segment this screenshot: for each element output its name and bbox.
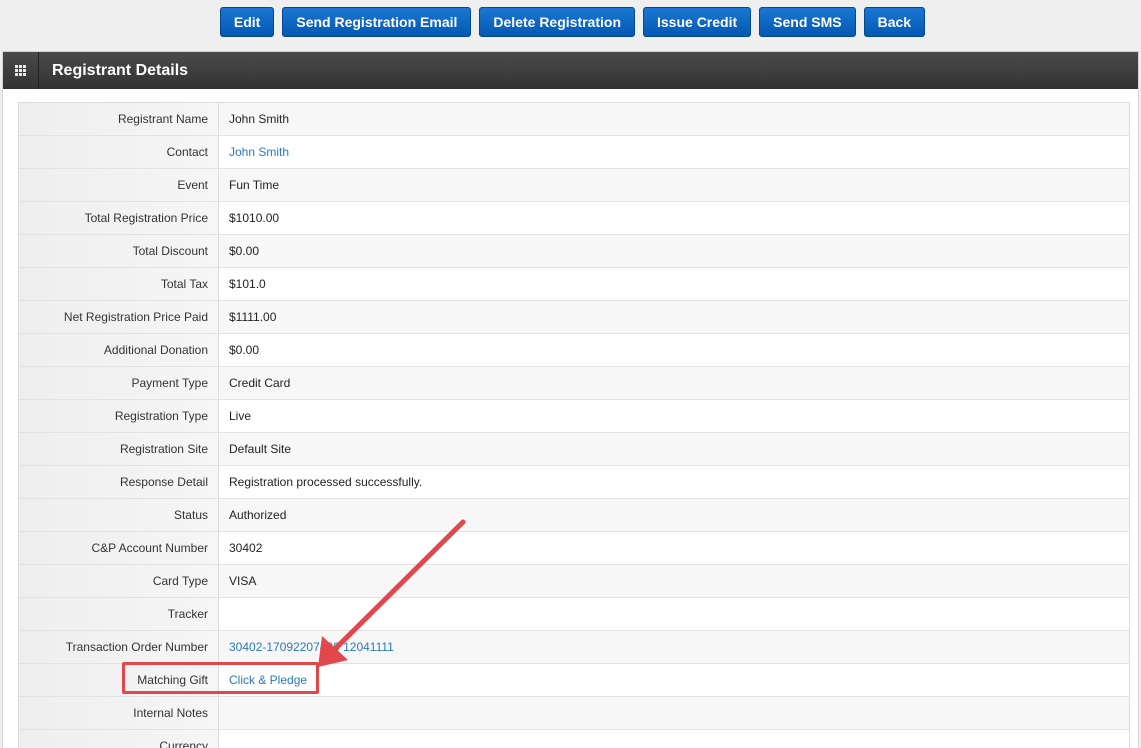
detail-row: Event Fun Time [19, 169, 1129, 202]
detail-value: $0.00 [219, 334, 1129, 366]
panel-header: Registrant Details [3, 52, 1138, 89]
grid-icon[interactable] [3, 52, 39, 89]
detail-label: Internal Notes [19, 697, 219, 729]
detail-label: Contact [19, 136, 219, 168]
detail-value: Default Site [219, 433, 1129, 465]
detail-value: Credit Card [219, 367, 1129, 399]
detail-row: Tracker [19, 598, 1129, 631]
detail-label: Registrant Name [19, 103, 219, 135]
detail-label: Response Detail [19, 466, 219, 498]
detail-value-cell: Click & Pledge [219, 664, 1129, 696]
detail-row: Status Authorized [19, 499, 1129, 532]
detail-row: Transaction Order Number 30402-1709220748… [19, 631, 1129, 664]
details-table: Registrant Name John Smith Contact John Smi… [18, 102, 1130, 748]
detail-label: Status [19, 499, 219, 531]
detail-row: Contact John Smith [19, 136, 1129, 169]
registrant-details-panel: Registrant Details Registrant Name John S… [2, 51, 1139, 748]
detail-label: Transaction Order Number [19, 631, 219, 663]
detail-row: Total Tax $101.0 [19, 268, 1129, 301]
detail-label: Registration Type [19, 400, 219, 432]
detail-label: Tracker [19, 598, 219, 630]
detail-value: 30402 [219, 532, 1129, 564]
detail-value: $1010.00 [219, 202, 1129, 234]
detail-label: Total Tax [19, 268, 219, 300]
detail-value: Registration processed successfully. [219, 466, 1129, 498]
detail-label: Payment Type [19, 367, 219, 399]
detail-row: Payment Type Credit Card [19, 367, 1129, 400]
detail-label: Matching Gift [19, 664, 219, 696]
detail-row: Total Discount $0.00 [19, 235, 1129, 268]
detail-label: Event [19, 169, 219, 201]
detail-label: Total Discount [19, 235, 219, 267]
edit-button[interactable]: Edit [219, 7, 275, 37]
detail-value-link[interactable]: 30402-17092207480 12041111 [229, 640, 394, 654]
detail-value: John Smith [219, 103, 1129, 135]
detail-label: Total Registration Price [19, 202, 219, 234]
detail-value [219, 598, 1129, 630]
detail-value: Authorized [219, 499, 1129, 531]
delete-registration-button[interactable]: Delete Registration [479, 7, 635, 37]
send-sms-button[interactable]: Send SMS [759, 7, 856, 37]
issue-credit-button[interactable]: Issue Credit [643, 7, 752, 37]
detail-label: Registration Site [19, 433, 219, 465]
detail-row: Total Registration Price $1010.00 [19, 202, 1129, 235]
detail-label: C&P Account Number [19, 532, 219, 564]
detail-row: Additional Donation $0.00 [19, 334, 1129, 367]
detail-value: $1111.00 [219, 301, 1129, 333]
detail-value [219, 697, 1129, 729]
detail-row: Currency [19, 730, 1129, 748]
action-toolbar: Edit Send Registration Email Delete Regi… [0, 0, 1141, 44]
detail-label: Net Registration Price Paid [19, 301, 219, 333]
detail-value: $0.00 [219, 235, 1129, 267]
detail-label: Card Type [19, 565, 219, 597]
detail-value-cell: 30402-17092207480 12041111 [219, 631, 1129, 663]
detail-value-link[interactable]: John Smith [229, 145, 289, 159]
detail-row: Internal Notes [19, 697, 1129, 730]
detail-label: Additional Donation [19, 334, 219, 366]
detail-row: Registration Site Default Site [19, 433, 1129, 466]
detail-label: Currency [19, 730, 219, 748]
detail-row: Registrant Name John Smith [19, 103, 1129, 136]
detail-row: Card Type VISA [19, 565, 1129, 598]
detail-value: Live [219, 400, 1129, 432]
detail-row: C&P Account Number 30402 [19, 532, 1129, 565]
detail-row: Registration Type Live [19, 400, 1129, 433]
detail-row: Response Detail Registration processed su… [19, 466, 1129, 499]
detail-row: Matching Gift Click & Pledge [19, 664, 1129, 697]
back-button[interactable]: Back [863, 7, 926, 37]
detail-value [219, 730, 1129, 748]
send-registration-email-button[interactable]: Send Registration Email [282, 7, 472, 37]
detail-value: $101.0 [219, 268, 1129, 300]
detail-value: VISA [219, 565, 1129, 597]
detail-value-cell: John Smith [219, 136, 1129, 168]
detail-value-link[interactable]: Click & Pledge [229, 673, 307, 687]
detail-row: Net Registration Price Paid $1111.00 [19, 301, 1129, 334]
panel-title: Registrant Details [52, 61, 189, 79]
detail-value: Fun Time [219, 169, 1129, 201]
